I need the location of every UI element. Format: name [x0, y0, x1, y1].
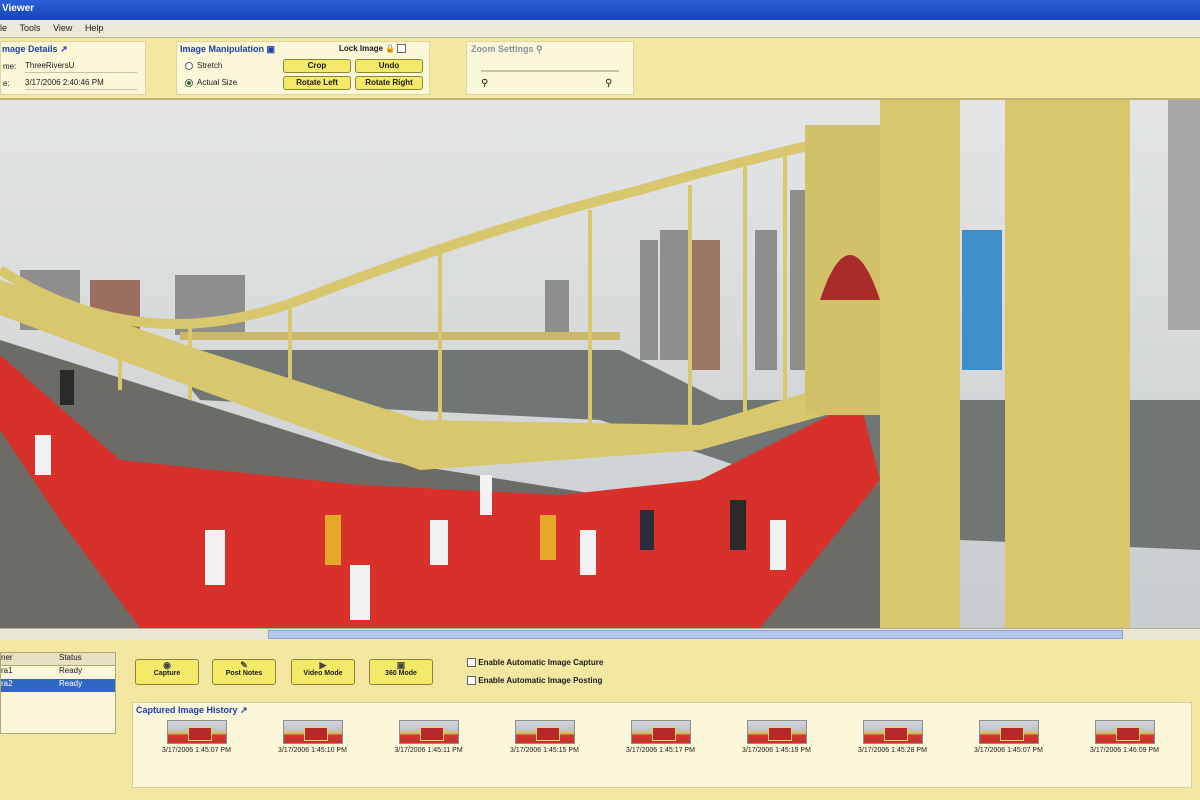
rotate-left-button[interactable]: Rotate Left	[283, 76, 351, 90]
history-title: Captured Image History ↗	[136, 705, 248, 715]
captured-image-history: Captured Image History ↗ 3/17/2006 1:45:…	[132, 702, 1192, 788]
notes-icon: ✎	[240, 660, 248, 670]
menu-tools[interactable]: Tools	[20, 23, 41, 33]
camera-icon: ◉	[163, 660, 171, 670]
history-thumbnail[interactable]: 3/17/2006 1:45:10 PM	[255, 719, 370, 769]
device-status: Ready	[59, 679, 83, 688]
radio-stretch[interactable]: Stretch	[185, 61, 222, 70]
horizontal-scrollbar[interactable]	[0, 628, 1200, 640]
panorama-image-view[interactable]	[0, 100, 1200, 628]
thumbnail-timestamp: 3/17/2006 1:45:28 PM	[858, 747, 927, 754]
thumbnail-timestamp: 3/17/2006 1:45:17 PM	[626, 747, 695, 754]
radio-actual-size[interactable]: Actual Size	[185, 78, 237, 87]
image-details-group: mage Details ↗ me: ThreeRiversU e: 3/17/…	[0, 41, 146, 95]
thumbnail-timestamp: 3/17/2006 1:45:10 PM	[278, 747, 347, 754]
actual-size-radio-icon	[185, 78, 193, 87]
thumbnail-image	[630, 720, 691, 744]
image-date-value: 3/17/2006 2:40:46 PM	[25, 78, 137, 90]
device-list[interactable]: ner Status ra1 Ready ra2 Ready	[0, 652, 116, 734]
zoom-slider-track[interactable]	[481, 70, 619, 72]
panorama-icon: ▣	[396, 660, 406, 670]
thumbnail-image	[166, 720, 227, 744]
post-notes-button[interactable]: ✎ Post Notes	[212, 659, 276, 685]
zoom-in-icon[interactable]: ⚲	[605, 78, 612, 89]
auto-posting-checkbox[interactable]	[467, 676, 476, 686]
stretch-radio-icon	[185, 61, 193, 70]
device-name: ra1	[1, 666, 13, 675]
thumbnail-timestamp: 3/17/2006 1:45:19 PM	[742, 747, 811, 754]
scrollbar-thumb[interactable]	[268, 630, 1123, 639]
crop-button[interactable]: Crop	[283, 59, 351, 73]
rotate-right-button[interactable]: Rotate Right	[355, 76, 423, 90]
device-name-header[interactable]: ner	[1, 653, 59, 662]
thumbnail-image	[398, 720, 459, 744]
video-mode-button[interactable]: ▶ Video Mode	[291, 659, 355, 685]
image-date-label: e:	[3, 79, 10, 88]
history-thumbnail[interactable]: 3/17/2006 1:45:11 PM	[371, 719, 486, 769]
history-thumbnails: 3/17/2006 1:45:07 PM 3/17/2006 1:45:10 P…	[139, 719, 1189, 779]
info-icon: ▣	[266, 44, 276, 54]
video-icon: ▶	[319, 660, 327, 670]
auto-capture-option[interactable]: Enable Automatic Image Capture	[467, 658, 603, 668]
history-thumbnail[interactable]: 3/17/2006 1:45:17 PM	[603, 719, 718, 769]
thumbnail-image	[746, 720, 807, 744]
thumbnail-image	[862, 720, 923, 744]
thumbnail-image	[514, 720, 575, 744]
history-thumbnail[interactable]: 3/17/2006 1:45:07 PM	[139, 719, 254, 769]
window-title: Viewer	[2, 3, 35, 14]
device-row-selected[interactable]: ra2 Ready	[1, 679, 115, 692]
device-row[interactable]: ra1 Ready	[1, 666, 115, 679]
zoom-out-icon[interactable]: ⚲	[481, 78, 488, 89]
bottom-panel: ner Status ra1 Ready ra2 Ready ◉ Capture ✎ Po…	[0, 640, 1200, 800]
menu-file[interactable]: le	[0, 23, 7, 33]
menu-help[interactable]: Help	[85, 23, 104, 33]
lock-image-label: Lock Image 🔒	[339, 44, 407, 54]
menu-view[interactable]: View	[53, 23, 72, 33]
image-name-label: me:	[3, 62, 17, 71]
history-thumbnail[interactable]: 3/17/2006 1:46:09 PM	[1067, 719, 1182, 769]
thumbnail-timestamp: 3/17/2006 1:45:07 PM	[162, 747, 231, 754]
image-name-value: ThreeRiversU	[25, 61, 137, 73]
magnifier-icon: ⚲	[536, 44, 543, 54]
device-status-header[interactable]: Status	[59, 653, 82, 662]
thumbnail-image	[978, 720, 1039, 744]
lock-image-checkbox[interactable]	[397, 44, 407, 54]
auto-posting-option[interactable]: Enable Automatic Image Posting	[467, 676, 602, 686]
lock-icon: 🔒	[385, 44, 396, 53]
history-thumbnail[interactable]: 3/17/2006 1:45:07 PM	[951, 719, 1066, 769]
device-status: Ready	[59, 666, 83, 675]
edit-icon: ↗	[240, 705, 248, 715]
edit-icon: ↗	[60, 44, 68, 54]
image-manipulation-title: Image Manipulation ▣	[180, 44, 276, 54]
auto-capture-checkbox[interactable]	[467, 658, 476, 668]
top-panel: mage Details ↗ me: ThreeRiversU e: 3/17/…	[0, 38, 1200, 100]
thumbnail-timestamp: 3/17/2006 1:45:11 PM	[394, 747, 463, 754]
zoom-settings-group: Zoom Settings ⚲ ⚲ ⚲	[466, 41, 634, 95]
thumbnail-timestamp: 3/17/2006 1:46:09 PM	[1090, 747, 1159, 754]
thumbnail-timestamp: 3/17/2006 1:45:15 PM	[510, 747, 579, 754]
thumbnail-timestamp: 3/17/2006 1:45:07 PM	[974, 747, 1043, 754]
zoom-settings-title: Zoom Settings ⚲	[471, 44, 543, 54]
thumbnail-image	[282, 720, 343, 744]
device-list-header: ner Status	[1, 653, 115, 666]
history-thumbnail[interactable]: 3/17/2006 1:45:19 PM	[719, 719, 834, 769]
panorama-image	[0, 100, 1200, 628]
history-thumbnail[interactable]: 3/17/2006 1:45:28 PM	[835, 719, 950, 769]
360-mode-button[interactable]: ▣ 360 Mode	[369, 659, 433, 685]
undo-button[interactable]: Undo	[355, 59, 423, 73]
menu-bar: le Tools View Help	[0, 20, 1200, 38]
image-details-title: mage Details ↗	[2, 44, 68, 54]
window-titlebar: Viewer	[0, 0, 1200, 20]
thumbnail-image	[1094, 720, 1155, 744]
history-thumbnail[interactable]: 3/17/2006 1:45:15 PM	[487, 719, 602, 769]
capture-button[interactable]: ◉ Capture	[135, 659, 199, 685]
device-name: ra2	[1, 679, 13, 688]
image-manipulation-group: Image Manipulation ▣ Lock Image 🔒 Stretc…	[176, 41, 430, 95]
